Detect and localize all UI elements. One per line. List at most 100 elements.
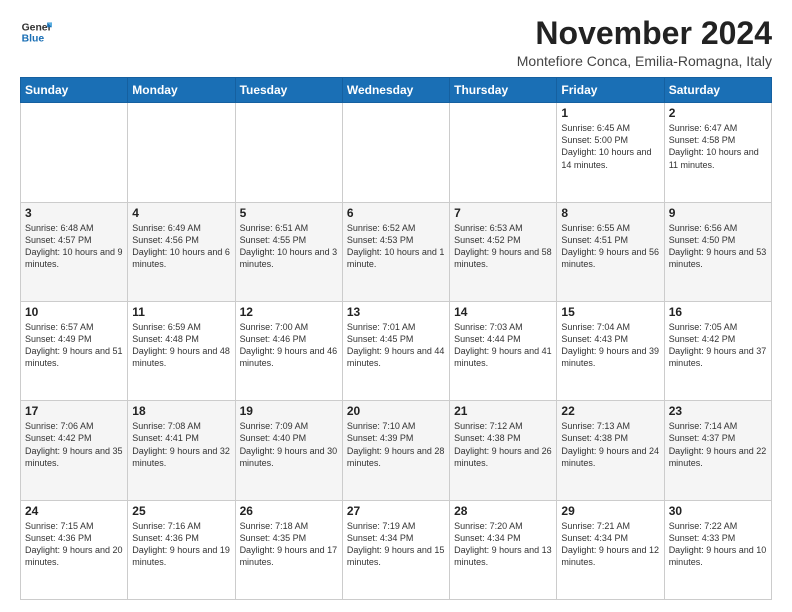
day-info: Sunrise: 6:48 AM Sunset: 4:57 PM Dayligh… xyxy=(25,222,123,271)
day-number: 15 xyxy=(561,305,659,319)
calendar-cell-w1d1 xyxy=(21,103,128,202)
col-tuesday: Tuesday xyxy=(235,78,342,103)
day-info: Sunrise: 7:22 AM Sunset: 4:33 PM Dayligh… xyxy=(669,520,767,569)
day-number: 14 xyxy=(454,305,552,319)
day-number: 30 xyxy=(669,504,767,518)
day-info: Sunrise: 6:52 AM Sunset: 4:53 PM Dayligh… xyxy=(347,222,445,271)
day-number: 6 xyxy=(347,206,445,220)
day-number: 1 xyxy=(561,106,659,120)
calendar-cell-w4d6: 22 Sunrise: 7:13 AM Sunset: 4:38 PM Dayli… xyxy=(557,401,664,500)
calendar-cell-w4d1: 17 Sunrise: 7:06 AM Sunset: 4:42 PM Dayli… xyxy=(21,401,128,500)
week-row-2: 3Sunrise: 6:48 AM Sunset: 4:57 PM Daylig… xyxy=(21,202,772,301)
col-monday: Monday xyxy=(128,78,235,103)
calendar-cell-w1d4 xyxy=(342,103,449,202)
day-number: 22 xyxy=(561,404,659,418)
calendar-cell-w4d5: 21Sunrise: 7:12 AM Sunset: 4:38 PM Dayli… xyxy=(450,401,557,500)
calendar-cell-w5d2: 25Sunrise: 7:16 AM Sunset: 4:36 PM Dayli… xyxy=(128,500,235,599)
calendar-cell-w1d7: 2 Sunrise: 6:47 AM Sunset: 4:58 PM Daylig… xyxy=(664,103,771,202)
logo: General Blue xyxy=(20,16,52,48)
calendar-cell-w3d4: 13 Sunrise: 7:01 AM Sunset: 4:45 PM Dayli… xyxy=(342,301,449,400)
day-info: Sunrise: 7:16 AM Sunset: 4:36 PM Dayligh… xyxy=(132,520,230,569)
calendar-table: Sunday Monday Tuesday Wednesday Thursday… xyxy=(20,77,772,600)
day-info: Sunrise: 6:59 AM Sunset: 4:48 PM Dayligh… xyxy=(132,321,230,370)
day-info: Sunrise: 7:13 AM Sunset: 4:38 PM Dayligh… xyxy=(561,420,659,469)
calendar-cell-w2d2: 4 Sunrise: 6:49 AM Sunset: 4:56 PM Daylig… xyxy=(128,202,235,301)
calendar-cell-w5d7: 30 Sunrise: 7:22 AM Sunset: 4:33 PM Dayli… xyxy=(664,500,771,599)
day-info: Sunrise: 7:01 AM Sunset: 4:45 PM Dayligh… xyxy=(347,321,445,370)
day-number: 13 xyxy=(347,305,445,319)
day-info: Sunrise: 6:56 AM Sunset: 4:50 PM Dayligh… xyxy=(669,222,767,271)
calendar-cell-w2d7: 9 Sunrise: 6:56 AM Sunset: 4:50 PM Daylig… xyxy=(664,202,771,301)
calendar-cell-w2d1: 3Sunrise: 6:48 AM Sunset: 4:57 PM Daylig… xyxy=(21,202,128,301)
calendar-cell-w3d1: 10 Sunrise: 6:57 AM Sunset: 4:49 PM Dayli… xyxy=(21,301,128,400)
day-info: Sunrise: 7:00 AM Sunset: 4:46 PM Dayligh… xyxy=(240,321,338,370)
calendar-cell-w1d5 xyxy=(450,103,557,202)
calendar-cell-w4d2: 18 Sunrise: 7:08 AM Sunset: 4:41 PM Dayli… xyxy=(128,401,235,500)
calendar-cell-w5d1: 24Sunrise: 7:15 AM Sunset: 4:36 PM Dayli… xyxy=(21,500,128,599)
day-number: 29 xyxy=(561,504,659,518)
day-info: Sunrise: 6:55 AM Sunset: 4:51 PM Dayligh… xyxy=(561,222,659,271)
day-number: 18 xyxy=(132,404,230,418)
day-info: Sunrise: 7:08 AM Sunset: 4:41 PM Dayligh… xyxy=(132,420,230,469)
col-friday: Friday xyxy=(557,78,664,103)
calendar-cell-w1d3 xyxy=(235,103,342,202)
calendar-cell-w3d7: 16Sunrise: 7:05 AM Sunset: 4:42 PM Dayli… xyxy=(664,301,771,400)
day-number: 20 xyxy=(347,404,445,418)
day-info: Sunrise: 7:18 AM Sunset: 4:35 PM Dayligh… xyxy=(240,520,338,569)
day-number: 21 xyxy=(454,404,552,418)
day-info: Sunrise: 7:06 AM Sunset: 4:42 PM Dayligh… xyxy=(25,420,123,469)
calendar-cell-w1d2 xyxy=(128,103,235,202)
title-block: November 2024 Montefiore Conca, Emilia-R… xyxy=(517,16,772,69)
col-saturday: Saturday xyxy=(664,78,771,103)
day-number: 19 xyxy=(240,404,338,418)
day-info: Sunrise: 7:03 AM Sunset: 4:44 PM Dayligh… xyxy=(454,321,552,370)
calendar-cell-w2d4: 6 Sunrise: 6:52 AM Sunset: 4:53 PM Daylig… xyxy=(342,202,449,301)
calendar-cell-w1d6: 1 Sunrise: 6:45 AM Sunset: 5:00 PM Daylig… xyxy=(557,103,664,202)
day-number: 5 xyxy=(240,206,338,220)
day-info: Sunrise: 7:20 AM Sunset: 4:34 PM Dayligh… xyxy=(454,520,552,569)
day-number: 2 xyxy=(669,106,767,120)
day-number: 23 xyxy=(669,404,767,418)
col-sunday: Sunday xyxy=(21,78,128,103)
day-number: 9 xyxy=(669,206,767,220)
calendar-cell-w5d3: 26 Sunrise: 7:18 AM Sunset: 4:35 PM Dayli… xyxy=(235,500,342,599)
calendar-cell-w3d3: 12Sunrise: 7:00 AM Sunset: 4:46 PM Dayli… xyxy=(235,301,342,400)
day-info: Sunrise: 6:53 AM Sunset: 4:52 PM Dayligh… xyxy=(454,222,552,271)
day-info: Sunrise: 6:45 AM Sunset: 5:00 PM Dayligh… xyxy=(561,122,659,171)
day-number: 28 xyxy=(454,504,552,518)
calendar-cell-w4d3: 19 Sunrise: 7:09 AM Sunset: 4:40 PM Dayli… xyxy=(235,401,342,500)
month-title: November 2024 xyxy=(517,16,772,51)
day-info: Sunrise: 7:04 AM Sunset: 4:43 PM Dayligh… xyxy=(561,321,659,370)
week-row-5: 24Sunrise: 7:15 AM Sunset: 4:36 PM Dayli… xyxy=(21,500,772,599)
day-info: Sunrise: 7:05 AM Sunset: 4:42 PM Dayligh… xyxy=(669,321,767,370)
day-info: Sunrise: 6:47 AM Sunset: 4:58 PM Dayligh… xyxy=(669,122,767,171)
day-number: 4 xyxy=(132,206,230,220)
logo-icon: General Blue xyxy=(20,16,52,48)
day-number: 26 xyxy=(240,504,338,518)
calendar-header-row: Sunday Monday Tuesday Wednesday Thursday… xyxy=(21,78,772,103)
day-info: Sunrise: 7:19 AM Sunset: 4:34 PM Dayligh… xyxy=(347,520,445,569)
week-row-4: 17 Sunrise: 7:06 AM Sunset: 4:42 PM Dayli… xyxy=(21,401,772,500)
calendar-cell-w2d6: 8 Sunrise: 6:55 AM Sunset: 4:51 PM Daylig… xyxy=(557,202,664,301)
day-number: 17 xyxy=(25,404,123,418)
location-title: Montefiore Conca, Emilia-Romagna, Italy xyxy=(517,53,772,69)
day-info: Sunrise: 7:10 AM Sunset: 4:39 PM Dayligh… xyxy=(347,420,445,469)
col-wednesday: Wednesday xyxy=(342,78,449,103)
day-info: Sunrise: 7:21 AM Sunset: 4:34 PM Dayligh… xyxy=(561,520,659,569)
calendar-cell-w3d6: 15 Sunrise: 7:04 AM Sunset: 4:43 PM Dayli… xyxy=(557,301,664,400)
day-number: 7 xyxy=(454,206,552,220)
header: General Blue November 2024 Montefiore Co… xyxy=(20,16,772,69)
calendar-cell-w4d4: 20 Sunrise: 7:10 AM Sunset: 4:39 PM Dayli… xyxy=(342,401,449,500)
day-info: Sunrise: 6:57 AM Sunset: 4:49 PM Dayligh… xyxy=(25,321,123,370)
col-thursday: Thursday xyxy=(450,78,557,103)
day-info: Sunrise: 7:09 AM Sunset: 4:40 PM Dayligh… xyxy=(240,420,338,469)
day-number: 27 xyxy=(347,504,445,518)
week-row-1: 1 Sunrise: 6:45 AM Sunset: 5:00 PM Daylig… xyxy=(21,103,772,202)
day-number: 10 xyxy=(25,305,123,319)
day-number: 8 xyxy=(561,206,659,220)
calendar-cell-w2d3: 5Sunrise: 6:51 AM Sunset: 4:55 PM Daylig… xyxy=(235,202,342,301)
day-info: Sunrise: 6:49 AM Sunset: 4:56 PM Dayligh… xyxy=(132,222,230,271)
day-number: 11 xyxy=(132,305,230,319)
calendar-cell-w5d5: 28 Sunrise: 7:20 AM Sunset: 4:34 PM Dayli… xyxy=(450,500,557,599)
calendar-cell-w4d7: 23Sunrise: 7:14 AM Sunset: 4:37 PM Dayli… xyxy=(664,401,771,500)
